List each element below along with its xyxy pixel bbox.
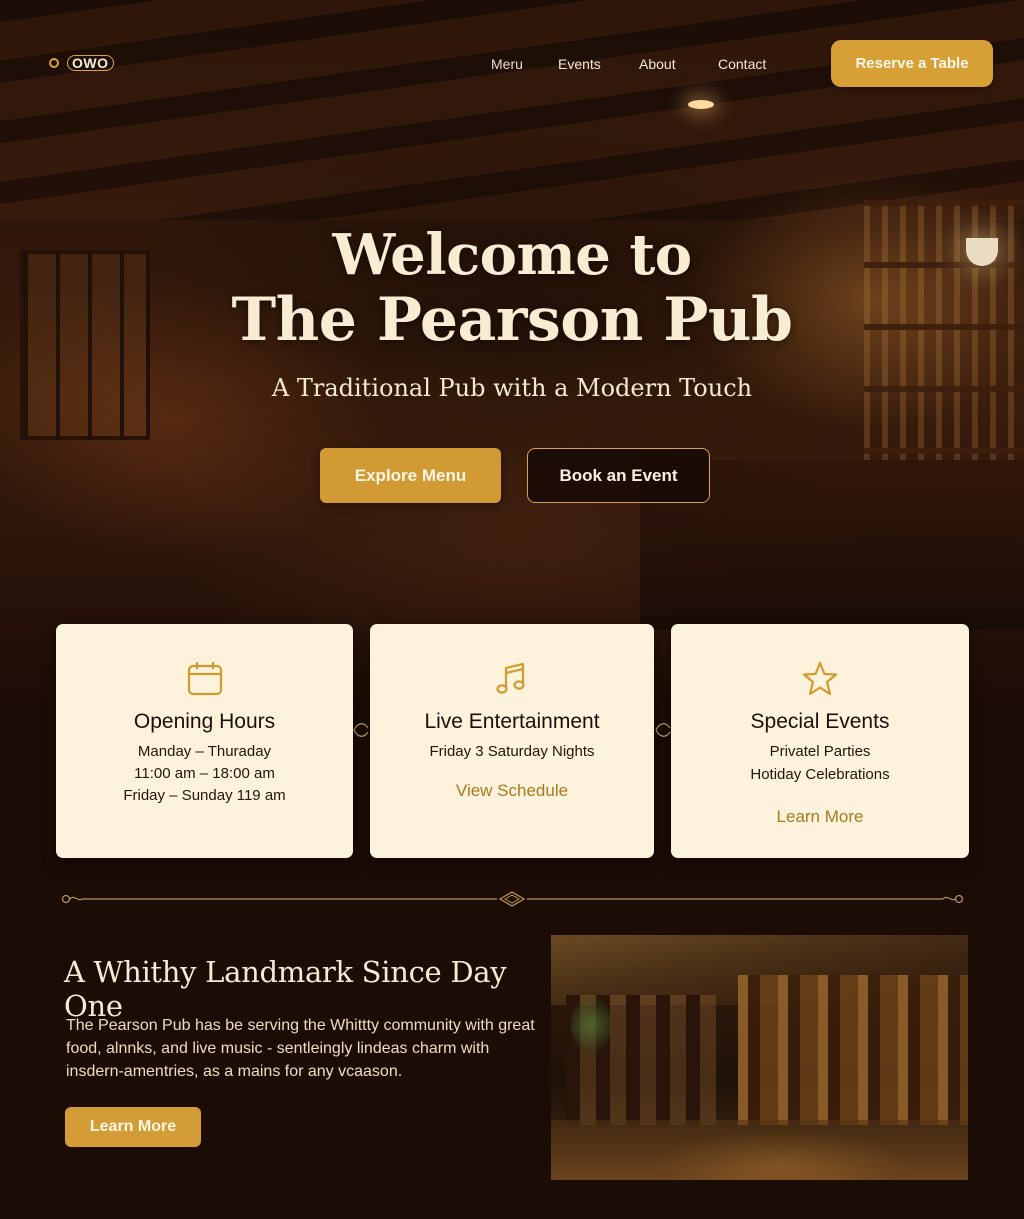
opening-hours-card: Opening Hours Manday – Thuraday 11:00 am… — [56, 624, 353, 858]
logo-text: OWO — [67, 55, 114, 71]
nav-item-menu[interactable]: Meru — [491, 56, 523, 72]
card-title: Special Events — [750, 710, 890, 733]
logo[interactable]: OWO — [49, 54, 114, 72]
hero-subtitle: A Traditional Pub with a Modern Touch — [271, 374, 753, 402]
card-title: Opening Hours — [133, 710, 276, 733]
ornamental-divider — [60, 888, 965, 910]
card-line: Friday 3 Saturday Nights — [429, 743, 595, 760]
nav-item-about[interactable]: About — [639, 56, 676, 72]
nav-item-contact[interactable]: Contact — [718, 56, 766, 72]
logo-mark-icon — [49, 58, 59, 68]
photo-floor — [551, 1120, 968, 1180]
card-flourish-right — [654, 718, 672, 742]
photo-right-wall — [738, 975, 968, 1125]
hero-title-line1: Welcome to — [332, 222, 692, 288]
explore-menu-button[interactable]: Explore Menu — [320, 448, 501, 503]
about-title: A Whithy Landmark Since Day One — [64, 955, 507, 1023]
card-flourish-left — [352, 718, 370, 742]
about-body: The Pearson Pub has be serving the Whitt… — [66, 1014, 546, 1083]
reserve-table-button[interactable]: Reserve a Table — [831, 40, 993, 87]
about-body-line: food, alnnks, and live music - sentleing… — [66, 1040, 490, 1057]
star-icon — [801, 660, 839, 698]
pub-interior-photo — [551, 935, 968, 1180]
card-line: 11:00 am – 18:00 am — [134, 765, 275, 782]
special-events-card: Special Events Privatel Parties Hotiday … — [671, 624, 969, 858]
about-body-line: The Pearson Pub has be serving the Whitt… — [66, 1017, 535, 1034]
about-learn-more-button[interactable]: Learn More — [65, 1107, 201, 1147]
book-event-button[interactable]: Book an Event — [527, 448, 710, 503]
photo-plant — [571, 995, 611, 1055]
learn-more-link[interactable]: Learn More — [671, 807, 969, 827]
calendar-icon — [186, 660, 224, 698]
nav-item-events[interactable]: Events — [558, 56, 601, 72]
card-line: Manday – Thuraday — [137, 743, 272, 760]
card-line: Privatel Parties — [769, 743, 871, 760]
live-entertainment-card: Live Entertainment Friday 3 Saturday Nig… — [370, 624, 654, 858]
view-schedule-link[interactable]: View Schedule — [370, 781, 654, 801]
music-note-icon — [493, 660, 531, 698]
card-line: Hotiday Celebrations — [750, 766, 890, 783]
card-line: Friday – Sunday 119 am — [123, 787, 286, 804]
about-body-line: insdern-amentries, as a mains for any vc… — [66, 1063, 403, 1080]
card-title: Live Entertainment — [424, 710, 600, 733]
hero-title-line2: The Pearson Pub — [231, 285, 793, 355]
